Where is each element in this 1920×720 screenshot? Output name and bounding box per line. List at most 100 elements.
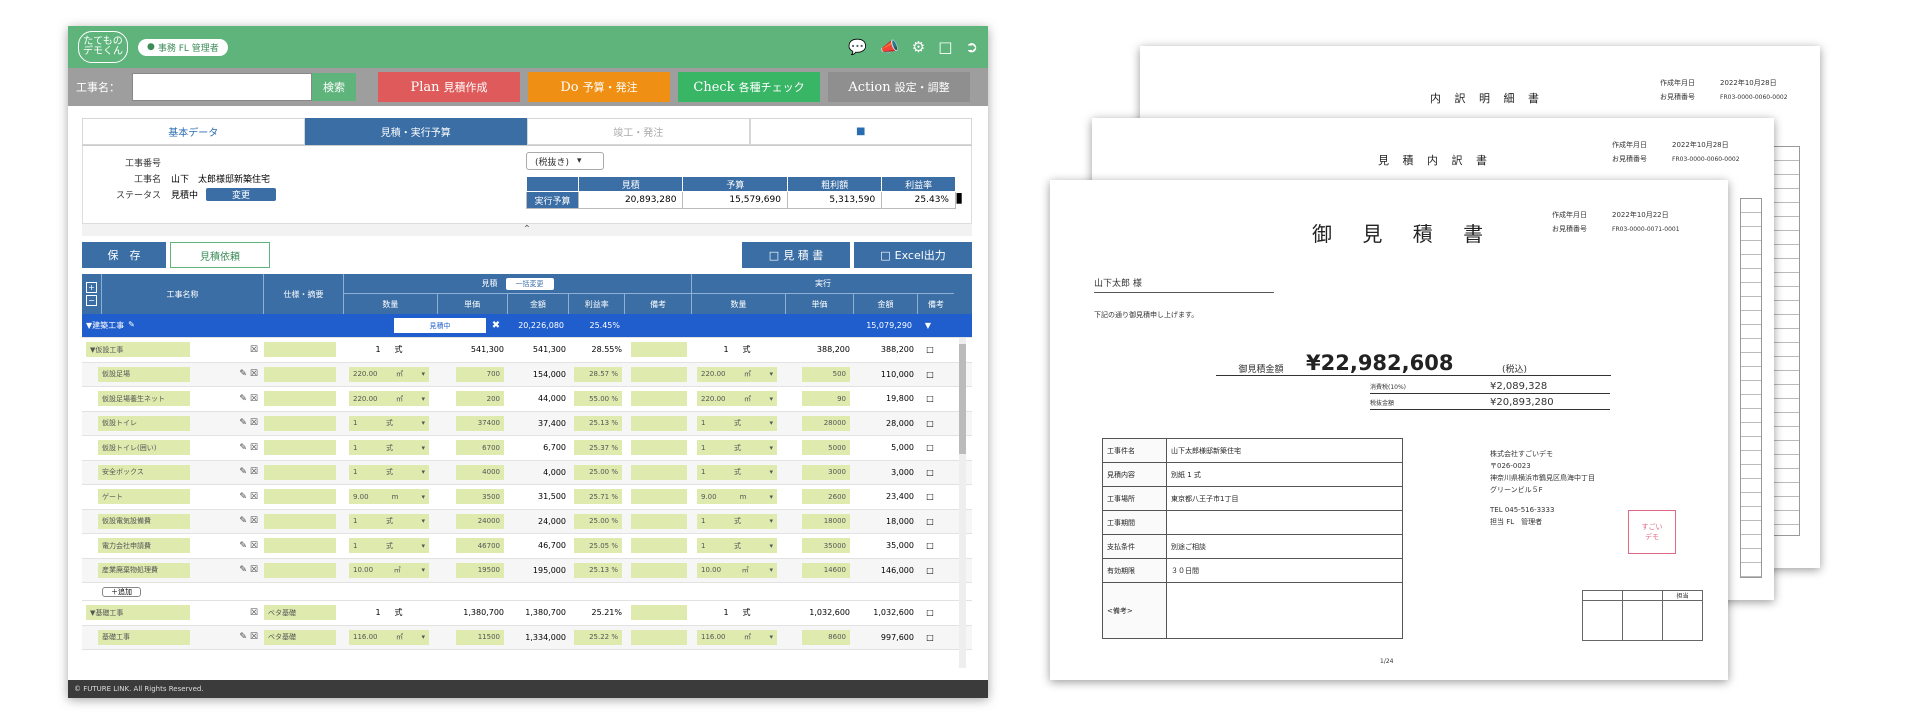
row-rate[interactable]: 25.22 % (574, 629, 622, 645)
row-actual-qty-field[interactable]: 220.00 ㎡ ▾ (697, 366, 777, 382)
comment-icon[interactable]: □ (918, 541, 942, 550)
edit-icon[interactable]: ✎ (239, 516, 247, 526)
row-actual-qty-field[interactable]: 1 式 ▾ (697, 513, 777, 529)
row-price[interactable]: 200 (456, 391, 504, 407)
edit-icon[interactable]: ✎ (239, 394, 247, 404)
comment-icon[interactable]: □ (918, 566, 942, 575)
table-row[interactable]: ▼基礎工事 ☒ ベタ基礎 1 式 1,380,700 1,380,700 25.21% 1 式 1,… (82, 601, 972, 626)
tab-basic-data[interactable]: 基本データ (82, 118, 305, 145)
row-spec[interactable] (264, 538, 336, 554)
row-note[interactable] (631, 391, 687, 407)
table-row[interactable]: 仮設電気設備費 ✎ ☒ 1 式 ▾ 24000 24,000 25.00 % 1 式 ▾ 18000 18… (82, 509, 972, 534)
row-actual-price[interactable]: 3000 (802, 464, 850, 480)
tab-estimate-budget[interactable]: 見積・実行予算 (304, 118, 527, 145)
row-name[interactable]: 産業廃棄物処理費 (98, 562, 190, 578)
row-rate[interactable]: 25.71 % (574, 489, 622, 505)
row-actual-qty-field[interactable]: 220.00 ㎡ ▾ (697, 391, 777, 407)
comment-icon[interactable]: □ (918, 370, 942, 379)
row-actual-price[interactable]: 28000 (802, 415, 850, 431)
delete-icon[interactable]: ☒ (250, 418, 258, 428)
row-spec[interactable] (264, 513, 336, 529)
row-qty-field[interactable]: 1 式 ▾ (349, 464, 429, 480)
action-button[interactable]: Action 設定・調整 (828, 72, 970, 102)
row-actual-price[interactable]: 14600 (802, 562, 850, 578)
edit-icon[interactable]: ✎ (239, 632, 247, 642)
row-rate[interactable]: 25.00 % (574, 513, 622, 529)
row-rate[interactable]: 25.37 % (574, 440, 622, 456)
edit-icon[interactable]: ✎ (239, 467, 247, 477)
delete-icon[interactable]: ☒ (250, 467, 258, 477)
edit-icon[interactable]: ✎ (239, 418, 247, 428)
row-rate[interactable]: 25.13 % (574, 415, 622, 431)
delete-icon[interactable]: ☒ (250, 516, 258, 526)
megaphone-icon[interactable]: 📣 (880, 38, 899, 56)
grid-scrollbar-thumb[interactable] (959, 344, 966, 454)
plan-button[interactable]: Plan 見積作成 (378, 72, 520, 102)
add-row-button[interactable]: ＋追加 (102, 586, 141, 597)
row-qty-field[interactable]: 220.00 ㎡ ▾ (349, 366, 429, 382)
row-actual-qty-field[interactable]: 1 式 ▾ (697, 415, 777, 431)
edit-icon[interactable]: ✎ (239, 565, 247, 575)
comment-icon[interactable]: □ (918, 419, 942, 428)
search-button[interactable]: 検索 (312, 73, 356, 101)
row-spec[interactable] (264, 391, 336, 407)
delete-icon[interactable]: ☒ (250, 565, 258, 575)
row-actual-qty-field[interactable]: 10.00 ㎥ ▾ (697, 562, 777, 578)
row-price[interactable]: 46700 (456, 538, 504, 554)
row-actual-price[interactable]: 500 (802, 366, 850, 382)
row-qty-field[interactable]: 116.00 ㎡ ▾ (349, 629, 429, 645)
table-row[interactable]: 仮設足場 ✎ ☒ 220.00 ㎡ ▾ 700 154,000 28.57 % 220.00 ㎡ ▾ 5… (82, 362, 972, 387)
row-actual-price[interactable]: 8600 (802, 629, 850, 645)
row-actual-price[interactable]: 35000 (802, 538, 850, 554)
row-name[interactable]: 仮設トイレ(囲い) (98, 440, 190, 456)
row-price[interactable]: 3500 (456, 489, 504, 505)
comment-icon[interactable]: □ (918, 517, 942, 526)
row-name[interactable]: 仮設足場養生ネット (98, 391, 190, 407)
tax-mode-select[interactable]: (税抜き) ▾ (526, 152, 604, 170)
section-row-construction[interactable]: ▼建築工事 ✎ 見積中 ✖ 20,226,080 25.45% 15,079,29… (82, 314, 972, 338)
comment-icon[interactable]: □ (918, 443, 942, 452)
row-rate[interactable]: 25.05 % (574, 538, 622, 554)
row-rate[interactable]: 25.13 % (574, 562, 622, 578)
change-status-button[interactable]: 変更 (206, 187, 277, 201)
row-name[interactable]: 仮設トイレ (98, 415, 190, 431)
row-actual-qty-field[interactable]: 116.00 ㎡ ▾ (697, 629, 777, 645)
row-actual-qty-field[interactable]: 9.00 m ▾ (697, 489, 777, 505)
row-price[interactable]: 11500 (456, 629, 504, 645)
estimate-document-button[interactable]: □ 見 積 書 (742, 242, 850, 268)
table-row[interactable]: ▼仮設工事 ☒ 1 式 541,300 541,300 28.55% 1 式 388,200 388… (82, 338, 972, 363)
row-note[interactable] (631, 489, 687, 505)
folder-icon[interactable]: □ (938, 38, 952, 56)
project-search-input[interactable] (132, 73, 312, 101)
edit-icon[interactable]: ✎ (239, 443, 247, 453)
table-row[interactable]: 基礎工事 ✎ ☒ ベタ基礎 116.00 ㎡ ▾ 11500 1,334,000 25.22 % 1… (82, 625, 972, 650)
delete-icon[interactable]: ☒ (250, 394, 258, 404)
row-name[interactable]: 仮設足場 (98, 366, 190, 382)
chat-icon[interactable]: 💬 (848, 38, 867, 56)
row-name[interactable]: ゲート (98, 489, 190, 505)
row-price[interactable]: 24000 (456, 513, 504, 529)
row-note[interactable] (631, 440, 687, 456)
row-note[interactable] (631, 629, 687, 645)
row-actual-qty-field[interactable]: 1 式 ▾ (697, 464, 777, 480)
delete-icon[interactable]: ☒ (250, 369, 258, 379)
delete-icon[interactable]: ☒ (250, 443, 258, 453)
do-button[interactable]: Do 予算・発注 (528, 72, 670, 102)
row-spec[interactable] (264, 342, 336, 358)
row-spec[interactable] (264, 464, 336, 480)
row-name[interactable]: 安全ボックス (98, 464, 190, 480)
tab-folder[interactable]: ■ (749, 118, 972, 145)
row-spec[interactable] (264, 415, 336, 431)
row-spec[interactable] (264, 366, 336, 382)
table-row[interactable]: 仮設足場養生ネット ✎ ☒ 220.00 ㎡ ▾ 200 44,000 55.00 % 220.0… (82, 387, 972, 412)
section-comment-icon[interactable]: ▼ (916, 321, 940, 330)
delete-icon[interactable]: ☒ (250, 608, 258, 618)
table-row[interactable]: 仮設トイレ ✎ ☒ 1 式 ▾ 37400 37,400 25.13 % 1 式 ▾ 28000 28,0… (82, 411, 972, 436)
section-close-icon[interactable]: ✖ (486, 320, 506, 331)
table-row[interactable]: 仮設トイレ(囲い) ✎ ☒ 1 式 ▾ 6700 6,700 25.37 % 1 式 ▾ 5000 5,0… (82, 436, 972, 461)
comment-icon[interactable]: □ (918, 468, 942, 477)
delete-icon[interactable]: ☒ (250, 632, 258, 642)
row-actual-price[interactable]: 18000 (802, 513, 850, 529)
row-name[interactable]: ▼仮設工事 (86, 342, 190, 358)
row-note[interactable] (631, 464, 687, 480)
